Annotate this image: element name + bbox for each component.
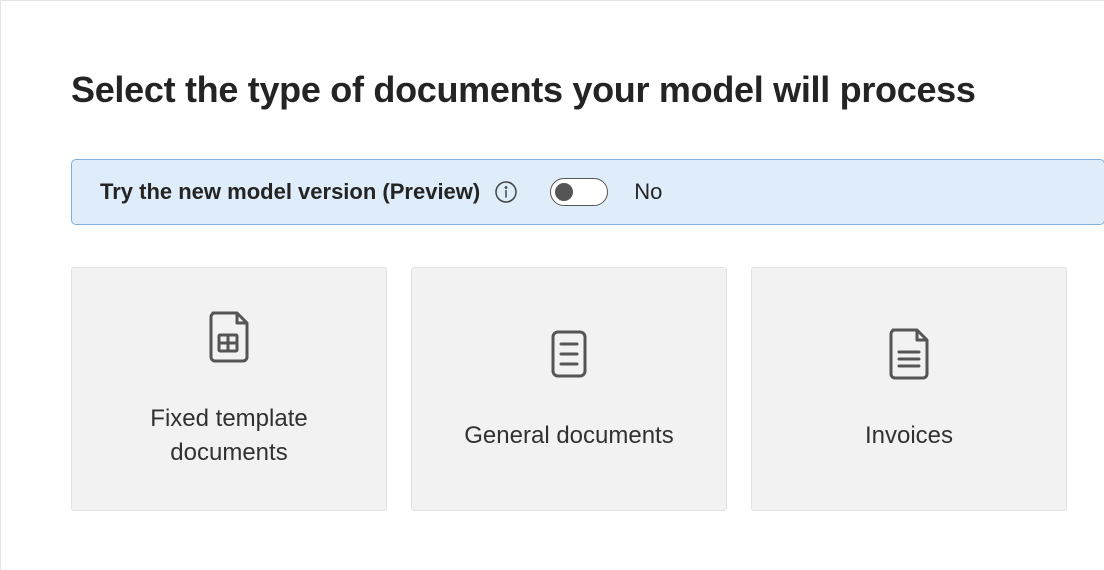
page-title: Select the type of documents your model … — [71, 69, 1104, 111]
card-general-documents[interactable]: General documents — [411, 267, 727, 511]
card-label: Invoices — [865, 419, 953, 453]
info-icon[interactable] — [494, 180, 518, 204]
preview-toggle[interactable] — [550, 178, 608, 206]
fixed-template-document-icon — [205, 309, 253, 370]
toggle-knob — [555, 183, 573, 201]
preview-banner-label: Try the new model version (Preview) — [100, 179, 480, 205]
card-label: General documents — [464, 419, 673, 453]
preview-banner: Try the new model version (Preview) No — [71, 159, 1104, 225]
card-label: Fixed template documents — [92, 402, 366, 469]
card-fixed-template[interactable]: Fixed template documents — [71, 267, 387, 511]
card-invoices[interactable]: Invoices — [751, 267, 1067, 511]
document-type-cards: Fixed template documents General documen… — [71, 267, 1104, 511]
toggle-state-label: No — [634, 179, 662, 205]
general-document-icon — [545, 326, 593, 387]
invoice-document-icon — [885, 326, 933, 387]
